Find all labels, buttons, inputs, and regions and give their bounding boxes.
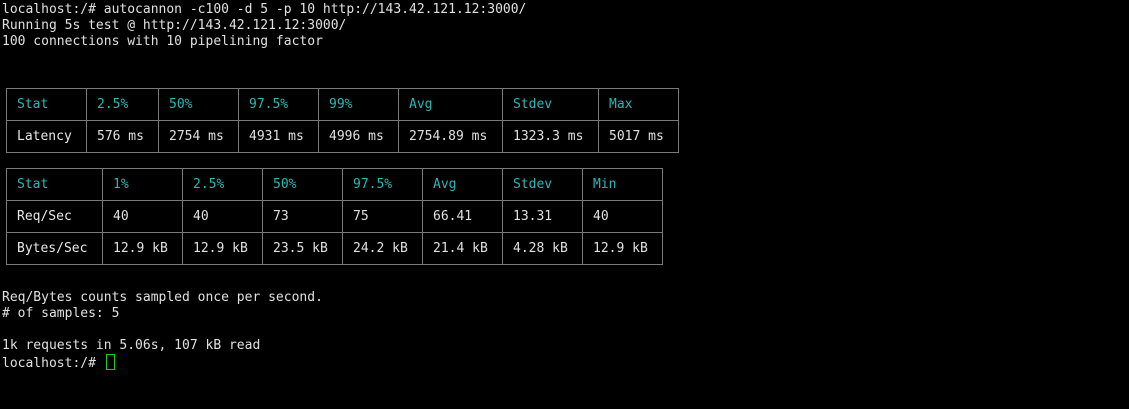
header-cell: 99% <box>318 88 399 121</box>
table-cell: 4.28 kB <box>502 232 583 265</box>
connections-line: 100 connections with 10 pipelining facto… <box>2 34 323 49</box>
table-cell: 73 <box>262 200 343 233</box>
table-cell: 2754 ms <box>158 120 239 153</box>
throughput-table: Stat 1% 2.5% 50% 97.5% Avg Stdev Min Req… <box>6 168 663 265</box>
header-cell: 2.5% <box>86 88 159 121</box>
table-cell: 12.9 kB <box>582 232 663 265</box>
table-cell: 23.5 kB <box>262 232 343 265</box>
header-cell: Stdev <box>502 168 583 201</box>
running-line: Running 5s test @ http://143.42.121.12:3… <box>2 18 347 33</box>
table-cell: 4931 ms <box>238 120 319 153</box>
table-cell: 5017 ms <box>598 120 679 153</box>
table-cell: 40 <box>582 200 663 233</box>
header-cell: Stat <box>6 88 87 121</box>
header-cell: 1% <box>102 168 183 201</box>
table-row: Req/Sec 40 40 73 75 66.41 13.31 40 <box>6 200 663 233</box>
table-cell: 75 <box>342 200 423 233</box>
table-header-row: Stat 2.5% 50% 97.5% 99% Avg Stdev Max <box>6 88 679 121</box>
header-cell: Stat <box>6 168 103 201</box>
shell-prompt: localhost:/# <box>2 356 104 371</box>
table-cell: 21.4 kB <box>422 232 503 265</box>
table-cell: 40 <box>102 200 183 233</box>
table-cell: 12.9 kB <box>182 232 263 265</box>
table-cell: 1323.3 ms <box>502 120 599 153</box>
table-cell: 24.2 kB <box>342 232 423 265</box>
table-cell: 2754.89 ms <box>398 120 503 153</box>
header-cell: Avg <box>422 168 503 201</box>
samples-count: # of samples: 5 <box>2 306 120 321</box>
row-label: Req/Sec <box>6 200 103 233</box>
table-header-row: Stat 1% 2.5% 50% 97.5% Avg Stdev Min <box>6 168 663 201</box>
table-cell: 4996 ms <box>318 120 399 153</box>
header-cell: 50% <box>262 168 343 201</box>
table-cell: 12.9 kB <box>102 232 183 265</box>
table-cell: 66.41 <box>422 200 503 233</box>
table-row: Latency 576 ms 2754 ms 4931 ms 4996 ms 2… <box>6 120 679 153</box>
command-line: localhost:/# autocannon -c100 -d 5 -p 10… <box>2 2 527 17</box>
latency-table: Stat 2.5% 50% 97.5% 99% Avg Stdev Max La… <box>6 88 679 153</box>
table-row: Bytes/Sec 12.9 kB 12.9 kB 23.5 kB 24.2 k… <box>6 232 663 265</box>
row-label: Bytes/Sec <box>6 232 103 265</box>
table-cell: 576 ms <box>86 120 159 153</box>
table-cell: 40 <box>182 200 263 233</box>
row-label: Latency <box>6 120 87 153</box>
header-cell: 97.5% <box>238 88 319 121</box>
header-cell: Min <box>582 168 663 201</box>
summary-line: 1k requests in 5.06s, 107 kB read <box>2 338 261 353</box>
header-cell: Stdev <box>502 88 599 121</box>
table-cell: 13.31 <box>502 200 583 233</box>
header-cell: 50% <box>158 88 239 121</box>
header-cell: 97.5% <box>342 168 423 201</box>
header-cell: Max <box>598 88 679 121</box>
prompt-line[interactable]: localhost:/# <box>2 354 115 371</box>
header-cell: Avg <box>398 88 503 121</box>
sampling-note: Req/Bytes counts sampled once per second… <box>2 290 323 305</box>
header-cell: 2.5% <box>182 168 263 201</box>
text-cursor[interactable] <box>105 354 115 370</box>
